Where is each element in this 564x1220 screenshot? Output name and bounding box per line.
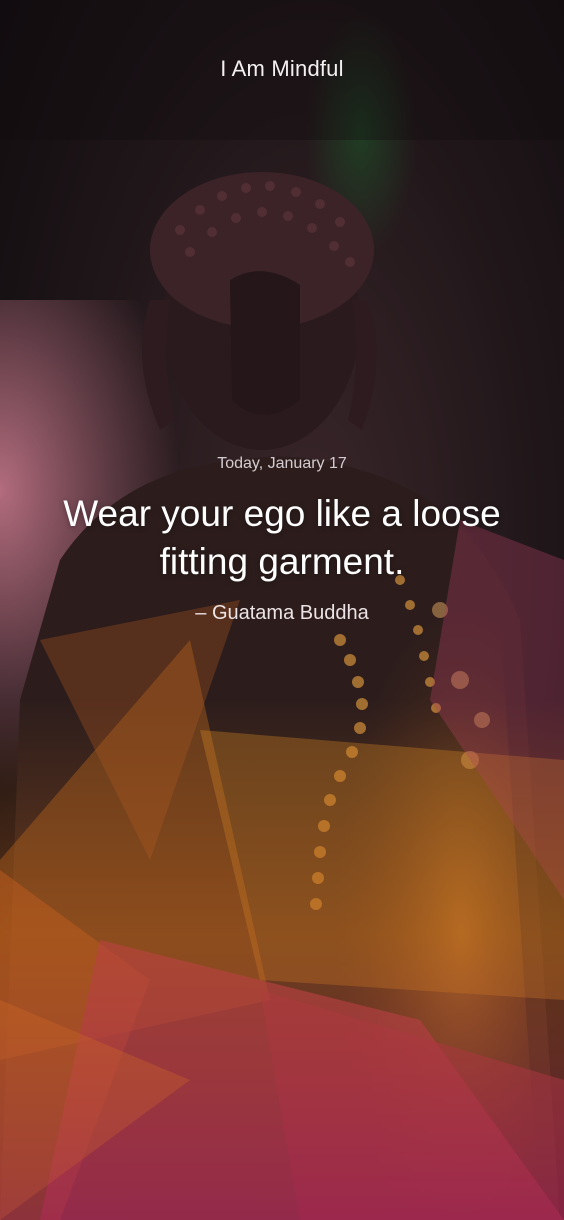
quote-author: – Guatama Buddha [195,602,369,624]
quote-text: Wear your ego like a loose fitting garme… [63,493,501,582]
app-title: I Am Mindful [220,56,344,81]
quote-date: Today, January 17 [217,455,347,472]
app-screen: I Am Mindful Today, January 17 Wear your… [0,0,564,1220]
